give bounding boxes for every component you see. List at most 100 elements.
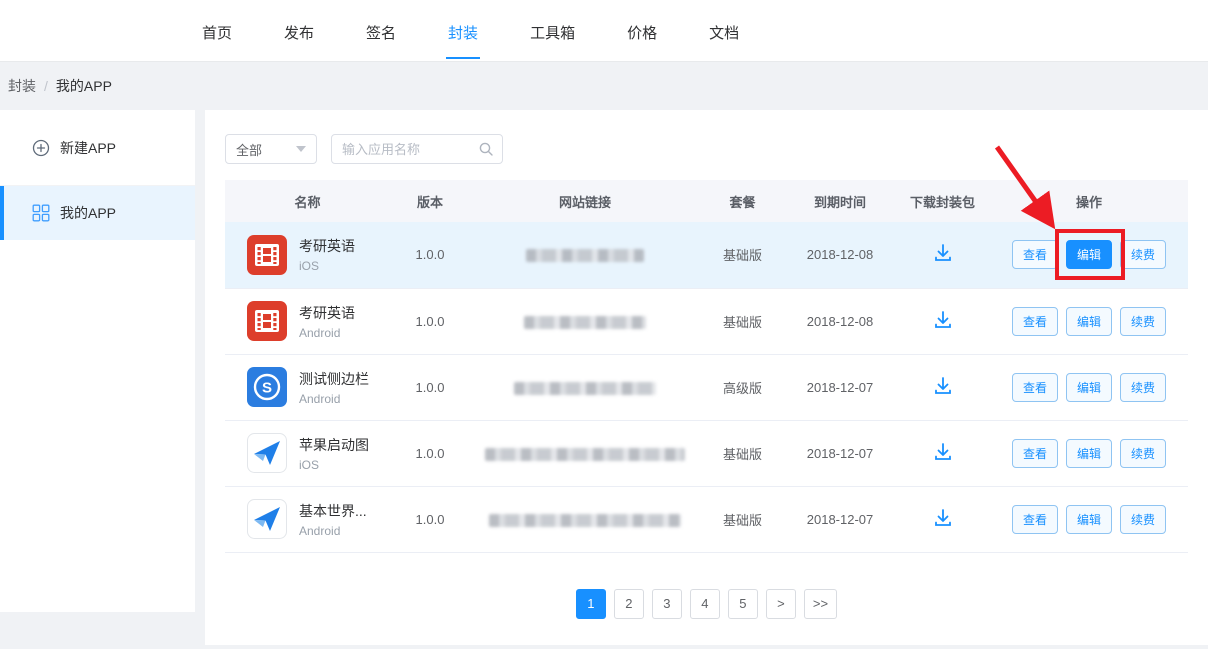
table-row: 苹果启动图 iOS 1.0.0 基础版 2018-12-07 [225, 420, 1188, 486]
nav-item-docs[interactable]: 文档 [707, 2, 741, 59]
edit-button[interactable]: 编辑 [1066, 240, 1112, 269]
page-button-1[interactable]: 1 [576, 589, 606, 619]
search-icon[interactable] [478, 141, 494, 157]
category-select[interactable]: 全部 [225, 134, 317, 164]
edit-button[interactable]: 编辑 [1066, 307, 1112, 336]
sidebar-item-label: 新建APP [60, 138, 116, 158]
nav-item-sign[interactable]: 签名 [364, 2, 398, 59]
download-icon [932, 507, 954, 529]
app-plan: 基础版 [700, 288, 785, 354]
app-expiry: 2018-12-07 [785, 486, 895, 552]
paper-plane-icon [247, 433, 287, 473]
renew-button[interactable]: 续费 [1120, 439, 1166, 468]
col-header-name: 名称 [225, 180, 390, 222]
page-button-3[interactable]: 3 [652, 589, 682, 619]
col-header-version: 版本 [390, 180, 470, 222]
grid-icon [32, 204, 50, 222]
svg-text:S: S [262, 380, 272, 397]
sidebar-item-my-app[interactable]: 我的APP [0, 186, 195, 240]
download-icon [932, 309, 954, 331]
app-expiry: 2018-12-08 [785, 222, 895, 288]
sidebar-item-label: 我的APP [60, 203, 116, 223]
view-button[interactable]: 查看 [1012, 307, 1058, 336]
app-table: 名称 版本 网站链接 套餐 到期时间 下载封装包 操作 [225, 180, 1188, 553]
app-plan: 基础版 [700, 420, 785, 486]
app-version: 1.0.0 [390, 288, 470, 354]
app-version: 1.0.0 [390, 222, 470, 288]
table-row: S 测试侧边栏 Android 1.0.0 高级版 2018-12-07 [225, 354, 1188, 420]
table-row: 考研英语 iOS 1.0.0 基础版 2018-12-08 [225, 222, 1188, 288]
app-name: 考研英语 [299, 303, 355, 323]
website-link-redacted [485, 448, 685, 461]
app-expiry: 2018-12-08 [785, 288, 895, 354]
app-platform: iOS [299, 259, 355, 273]
col-header-download: 下载封装包 [895, 180, 990, 222]
renew-button[interactable]: 续费 [1120, 505, 1166, 534]
search-input[interactable] [342, 142, 478, 157]
col-header-expiry: 到期时间 [785, 180, 895, 222]
table-row: 基本世界... Android 1.0.0 基础版 2018-12-07 [225, 486, 1188, 552]
app-platform: Android [299, 326, 355, 340]
next-page-button[interactable]: > [766, 589, 796, 619]
view-button[interactable]: 查看 [1012, 373, 1058, 402]
download-button[interactable] [932, 507, 954, 529]
nav-item-price[interactable]: 价格 [625, 2, 659, 59]
edit-button[interactable]: 编辑 [1066, 373, 1112, 402]
view-button[interactable]: 查看 [1012, 505, 1058, 534]
download-button[interactable] [932, 242, 954, 264]
app-name: 苹果启动图 [299, 435, 369, 455]
app-name: 考研英语 [299, 236, 355, 256]
renew-button[interactable]: 续费 [1120, 373, 1166, 402]
download-button[interactable] [932, 309, 954, 331]
page-button-2[interactable]: 2 [614, 589, 644, 619]
app-version: 1.0.0 [390, 486, 470, 552]
view-button[interactable]: 查看 [1012, 240, 1058, 269]
app-plan: 高级版 [700, 354, 785, 420]
edit-button[interactable]: 编辑 [1066, 439, 1112, 468]
nav-item-home[interactable]: 首页 [200, 2, 234, 59]
breadcrumb-separator: / [44, 78, 48, 94]
download-icon [932, 441, 954, 463]
table-header-row: 名称 版本 网站链接 套餐 到期时间 下载封装包 操作 [225, 180, 1188, 222]
download-button[interactable] [932, 375, 954, 397]
page-button-5[interactable]: 5 [728, 589, 758, 619]
s-logo-icon: S [247, 367, 287, 407]
breadcrumb-section[interactable]: 封装 [8, 76, 36, 96]
download-button[interactable] [932, 441, 954, 463]
app-platform: Android [299, 524, 367, 538]
renew-button[interactable]: 续费 [1120, 240, 1166, 269]
breadcrumb-current: 我的APP [56, 76, 112, 96]
nav-item-toolbox[interactable]: 工具箱 [528, 2, 577, 59]
app-name: 基本世界... [299, 501, 367, 521]
table-row: 考研英语 Android 1.0.0 基础版 2018-12-08 [225, 288, 1188, 354]
website-link-redacted [489, 514, 681, 527]
page-button-4[interactable]: 4 [690, 589, 720, 619]
top-nav: 首页 发布 签名 封装 工具箱 价格 文档 [0, 0, 1208, 62]
film-icon [247, 235, 287, 275]
col-header-plan: 套餐 [700, 180, 785, 222]
pagination: 1 2 3 4 5 > >> [205, 589, 1208, 619]
nav-item-package[interactable]: 封装 [446, 2, 480, 59]
app-plan: 基础版 [700, 222, 785, 288]
nav-item-publish[interactable]: 发布 [282, 2, 316, 59]
last-page-button[interactable]: >> [804, 589, 837, 619]
edit-button[interactable]: 编辑 [1066, 505, 1112, 534]
filter-row: 全部 [205, 110, 1208, 164]
main-panel: 全部 名称 版本 网站链接 套餐 到期时间 下载封装包 操作 [205, 110, 1208, 645]
renew-button[interactable]: 续费 [1120, 307, 1166, 336]
app-platform: iOS [299, 458, 369, 472]
app-expiry: 2018-12-07 [785, 354, 895, 420]
col-header-actions: 操作 [990, 180, 1188, 222]
film-icon [247, 301, 287, 341]
website-link-redacted [524, 316, 646, 329]
category-select-value: 全部 [236, 140, 262, 159]
app-version: 1.0.0 [390, 354, 470, 420]
col-header-link: 网站链接 [470, 180, 700, 222]
download-icon [932, 242, 954, 264]
app-version: 1.0.0 [390, 420, 470, 486]
plus-circle-icon [32, 139, 50, 157]
chevron-down-icon [296, 146, 306, 152]
app-expiry: 2018-12-07 [785, 420, 895, 486]
sidebar-item-new-app[interactable]: 新建APP [0, 110, 195, 186]
view-button[interactable]: 查看 [1012, 439, 1058, 468]
